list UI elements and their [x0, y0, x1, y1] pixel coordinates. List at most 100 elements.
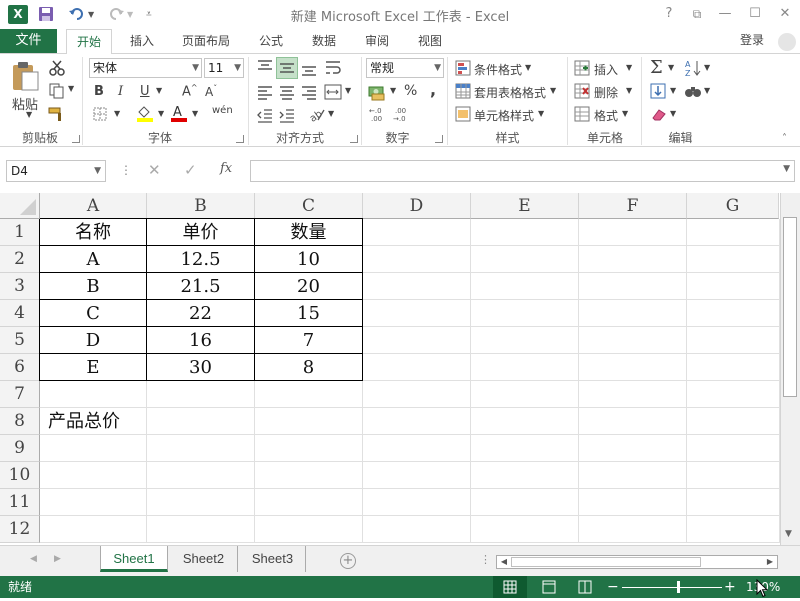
- increase-indent-icon[interactable]: [278, 107, 296, 126]
- font-launcher-icon[interactable]: [236, 135, 244, 143]
- cell-d12[interactable]: [363, 516, 471, 543]
- cell-g3[interactable]: [687, 273, 780, 300]
- cell-e4[interactable]: [471, 300, 579, 327]
- excel-app-icon[interactable]: X: [8, 5, 28, 24]
- grow-font-button[interactable]: A^: [182, 83, 198, 99]
- alignment-launcher-icon[interactable]: [350, 135, 358, 143]
- column-header-a[interactable]: A: [40, 193, 147, 219]
- merge-center-icon[interactable]: [324, 83, 342, 104]
- cell-e8[interactable]: [471, 408, 579, 435]
- cell-f8[interactable]: [579, 408, 687, 435]
- ribbon-display-options-icon[interactable]: ⧉: [686, 4, 708, 24]
- cell-b5[interactable]: 16: [147, 327, 255, 354]
- cell-c4[interactable]: 15: [255, 300, 363, 327]
- tab-view[interactable]: 视图: [413, 29, 447, 53]
- underline-dropdown-icon[interactable]: ▼: [156, 86, 162, 95]
- cell-a11[interactable]: [40, 489, 147, 516]
- cell-d5[interactable]: [363, 327, 471, 354]
- cell-a10[interactable]: [40, 462, 147, 489]
- row-header-3[interactable]: 3: [0, 273, 40, 300]
- row-header-1[interactable]: 1: [0, 219, 40, 246]
- column-header-c[interactable]: C: [255, 193, 363, 219]
- wrap-text-icon[interactable]: [324, 58, 342, 81]
- cell-e7[interactable]: [471, 381, 579, 408]
- format-as-table-button[interactable]: 套用表格格式: [474, 84, 546, 101]
- cell-g5[interactable]: [687, 327, 780, 354]
- cell-c6[interactable]: 8: [255, 354, 363, 381]
- comma-style-button[interactable]: ,: [430, 80, 436, 99]
- page-break-view-icon[interactable]: [574, 576, 596, 598]
- row-header-4[interactable]: 4: [0, 300, 40, 327]
- scroll-left-icon[interactable]: ◀: [497, 556, 511, 568]
- cell-g11[interactable]: [687, 489, 780, 516]
- delete-cells-button[interactable]: 删除: [594, 84, 618, 101]
- cell-f10[interactable]: [579, 462, 687, 489]
- cell-c10[interactable]: [255, 462, 363, 489]
- column-header-g[interactable]: G: [687, 193, 779, 219]
- cell-e2[interactable]: [471, 246, 579, 273]
- cell-b3[interactable]: 21.5: [147, 273, 255, 300]
- phonetic-guide-button[interactable]: wén: [212, 105, 233, 116]
- row-header-12[interactable]: 12: [0, 516, 40, 543]
- cell-d4[interactable]: [363, 300, 471, 327]
- cell-c3[interactable]: 20: [255, 273, 363, 300]
- paste-icon[interactable]: [10, 60, 40, 95]
- cell-a6[interactable]: E: [40, 354, 147, 381]
- cell-b7[interactable]: [147, 381, 255, 408]
- collapse-ribbon-icon[interactable]: ˄: [782, 133, 787, 144]
- cell-g1[interactable]: [687, 219, 780, 246]
- cell-b11[interactable]: [147, 489, 255, 516]
- align-left-icon[interactable]: [256, 84, 274, 103]
- conditional-formatting-dropdown-icon[interactable]: ▼: [525, 63, 531, 72]
- cell-d7[interactable]: [363, 381, 471, 408]
- align-middle-icon[interactable]: [276, 57, 298, 79]
- clipboard-launcher-icon[interactable]: [72, 135, 80, 143]
- increase-decimal-icon[interactable]: ←.0.00: [368, 105, 388, 126]
- cell-a9[interactable]: [40, 435, 147, 462]
- font-size-combo[interactable]: 11 ▼: [204, 58, 244, 78]
- format-as-table-icon[interactable]: [455, 83, 471, 102]
- undo-icon[interactable]: [68, 6, 86, 24]
- delete-cells-icon[interactable]: [574, 83, 590, 102]
- format-painter-icon[interactable]: [48, 106, 66, 125]
- tab-review[interactable]: 审阅: [360, 29, 394, 53]
- undo-dropdown-icon[interactable]: ▼: [88, 6, 94, 24]
- sort-filter-dropdown-icon[interactable]: ▼: [704, 63, 710, 72]
- decrease-decimal-icon[interactable]: .00 →.0: [392, 105, 412, 126]
- normal-view-icon[interactable]: [493, 576, 527, 598]
- cell-e10[interactable]: [471, 462, 579, 489]
- format-as-table-dropdown-icon[interactable]: ▼: [550, 86, 556, 95]
- align-bottom-icon[interactable]: [300, 58, 318, 81]
- cell-b8[interactable]: [147, 408, 255, 435]
- row-header-11[interactable]: 11: [0, 489, 40, 516]
- cell-d9[interactable]: [363, 435, 471, 462]
- align-right-icon[interactable]: [300, 84, 318, 103]
- cell-b6[interactable]: 30: [147, 354, 255, 381]
- find-select-icon[interactable]: [684, 83, 702, 102]
- tab-file[interactable]: 文件: [0, 29, 57, 53]
- format-cells-button[interactable]: 格式: [594, 107, 618, 124]
- italic-button[interactable]: I: [118, 84, 123, 99]
- number-format-combo[interactable]: 常规 ▼: [366, 58, 444, 78]
- cell-e11[interactable]: [471, 489, 579, 516]
- tab-data[interactable]: 数据: [307, 29, 341, 53]
- cell-d8[interactable]: [363, 408, 471, 435]
- bold-button[interactable]: B: [94, 84, 104, 99]
- cell-b4[interactable]: 22: [147, 300, 255, 327]
- tab-home[interactable]: 开始: [66, 29, 112, 54]
- format-cells-icon[interactable]: [574, 106, 590, 125]
- row-header-6[interactable]: 6: [0, 354, 40, 381]
- zoom-slider-thumb[interactable]: [677, 581, 680, 593]
- cell-a8[interactable]: 产品总价: [40, 408, 147, 435]
- fill-icon[interactable]: [650, 83, 666, 102]
- cell-styles-icon[interactable]: [455, 106, 471, 125]
- cell-c11[interactable]: [255, 489, 363, 516]
- cell-a3[interactable]: B: [40, 273, 147, 300]
- cell-a5[interactable]: D: [40, 327, 147, 354]
- row-header-8[interactable]: 8: [0, 408, 40, 435]
- orientation-icon[interactable]: ab: [308, 105, 326, 126]
- redo-icon[interactable]: [107, 6, 125, 24]
- cell-c1[interactable]: 数量: [255, 219, 363, 246]
- cell-b10[interactable]: [147, 462, 255, 489]
- tab-page-layout[interactable]: 页面布局: [177, 29, 235, 53]
